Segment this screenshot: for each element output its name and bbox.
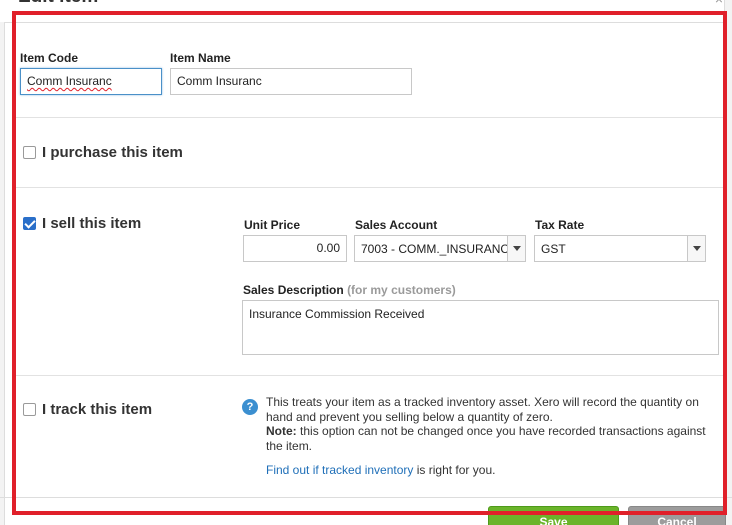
- sales-description-label: Sales Description (for my customers): [243, 283, 456, 297]
- track-link-suffix: is right for you.: [416, 463, 496, 477]
- sell-checkbox[interactable]: [23, 217, 36, 230]
- save-button[interactable]: Save: [488, 506, 619, 525]
- scrollbar[interactable]: [724, 0, 732, 525]
- track-section: I track this item: [23, 401, 152, 418]
- track-link-line: Find out if tracked inventory is right f…: [266, 463, 710, 478]
- cancel-button[interactable]: Cancel: [628, 506, 726, 525]
- divider: [14, 375, 723, 376]
- sales-account-select[interactable]: 7003 - COMM._INSURANC: [354, 235, 526, 262]
- sales-description-value: Insurance Commission Received: [249, 307, 425, 321]
- chevron-down-icon[interactable]: [687, 236, 705, 261]
- item-name-input[interactable]: Comm Insuranc: [170, 68, 412, 95]
- item-name-label: Item Name: [170, 51, 231, 65]
- purchase-label[interactable]: I purchase this item: [42, 144, 183, 161]
- track-label[interactable]: I track this item: [42, 401, 152, 418]
- purchase-section: I purchase this item: [23, 144, 183, 161]
- sales-account-label: Sales Account: [355, 218, 438, 232]
- left-edge: [0, 22, 5, 525]
- sales-account-value: 7003 - COMM._INSURANC: [361, 241, 507, 256]
- sell-label[interactable]: I sell this item: [42, 215, 141, 232]
- sales-description-hint: (for my customers): [347, 283, 456, 297]
- purchase-checkbox[interactable]: [23, 146, 36, 159]
- dialog-title: Edit item: [18, 0, 98, 8]
- edit-item-dialog: Edit item × Item Code Comm Insuranc Item…: [0, 0, 732, 525]
- sales-description-textarea[interactable]: Insurance Commission Received: [242, 300, 719, 355]
- tax-rate-select[interactable]: GST: [534, 235, 706, 262]
- item-name-value: Comm Insuranc: [177, 74, 262, 88]
- track-checkbox[interactable]: [23, 403, 36, 416]
- track-info-text: This treats your item as a tracked inven…: [266, 395, 710, 453]
- unit-price-label: Unit Price: [244, 218, 301, 232]
- item-code-value: Comm Insuranc: [27, 74, 112, 88]
- footer-divider: [0, 497, 732, 498]
- track-info-line: This treats your item as a tracked inven…: [266, 395, 699, 424]
- divider: [14, 187, 723, 188]
- chevron-down-icon[interactable]: [507, 236, 525, 261]
- track-note-text: this option can not be changed once you …: [266, 424, 706, 453]
- tracked-inventory-link[interactable]: Find out if tracked inventory: [266, 463, 413, 477]
- unit-price-input[interactable]: 0.00: [243, 235, 347, 262]
- info-icon: ?: [242, 399, 258, 415]
- sell-section: I sell this item: [23, 215, 141, 232]
- sales-description-title: Sales Description: [243, 283, 344, 297]
- item-code-label: Item Code: [20, 51, 79, 65]
- unit-price-value: 0.00: [316, 241, 340, 255]
- tax-rate-label: Tax Rate: [535, 218, 585, 232]
- title-divider: [0, 22, 732, 23]
- tax-rate-value: GST: [541, 241, 566, 256]
- track-note-label: Note:: [266, 424, 297, 438]
- item-code-input[interactable]: Comm Insuranc: [20, 68, 162, 95]
- divider: [14, 117, 723, 118]
